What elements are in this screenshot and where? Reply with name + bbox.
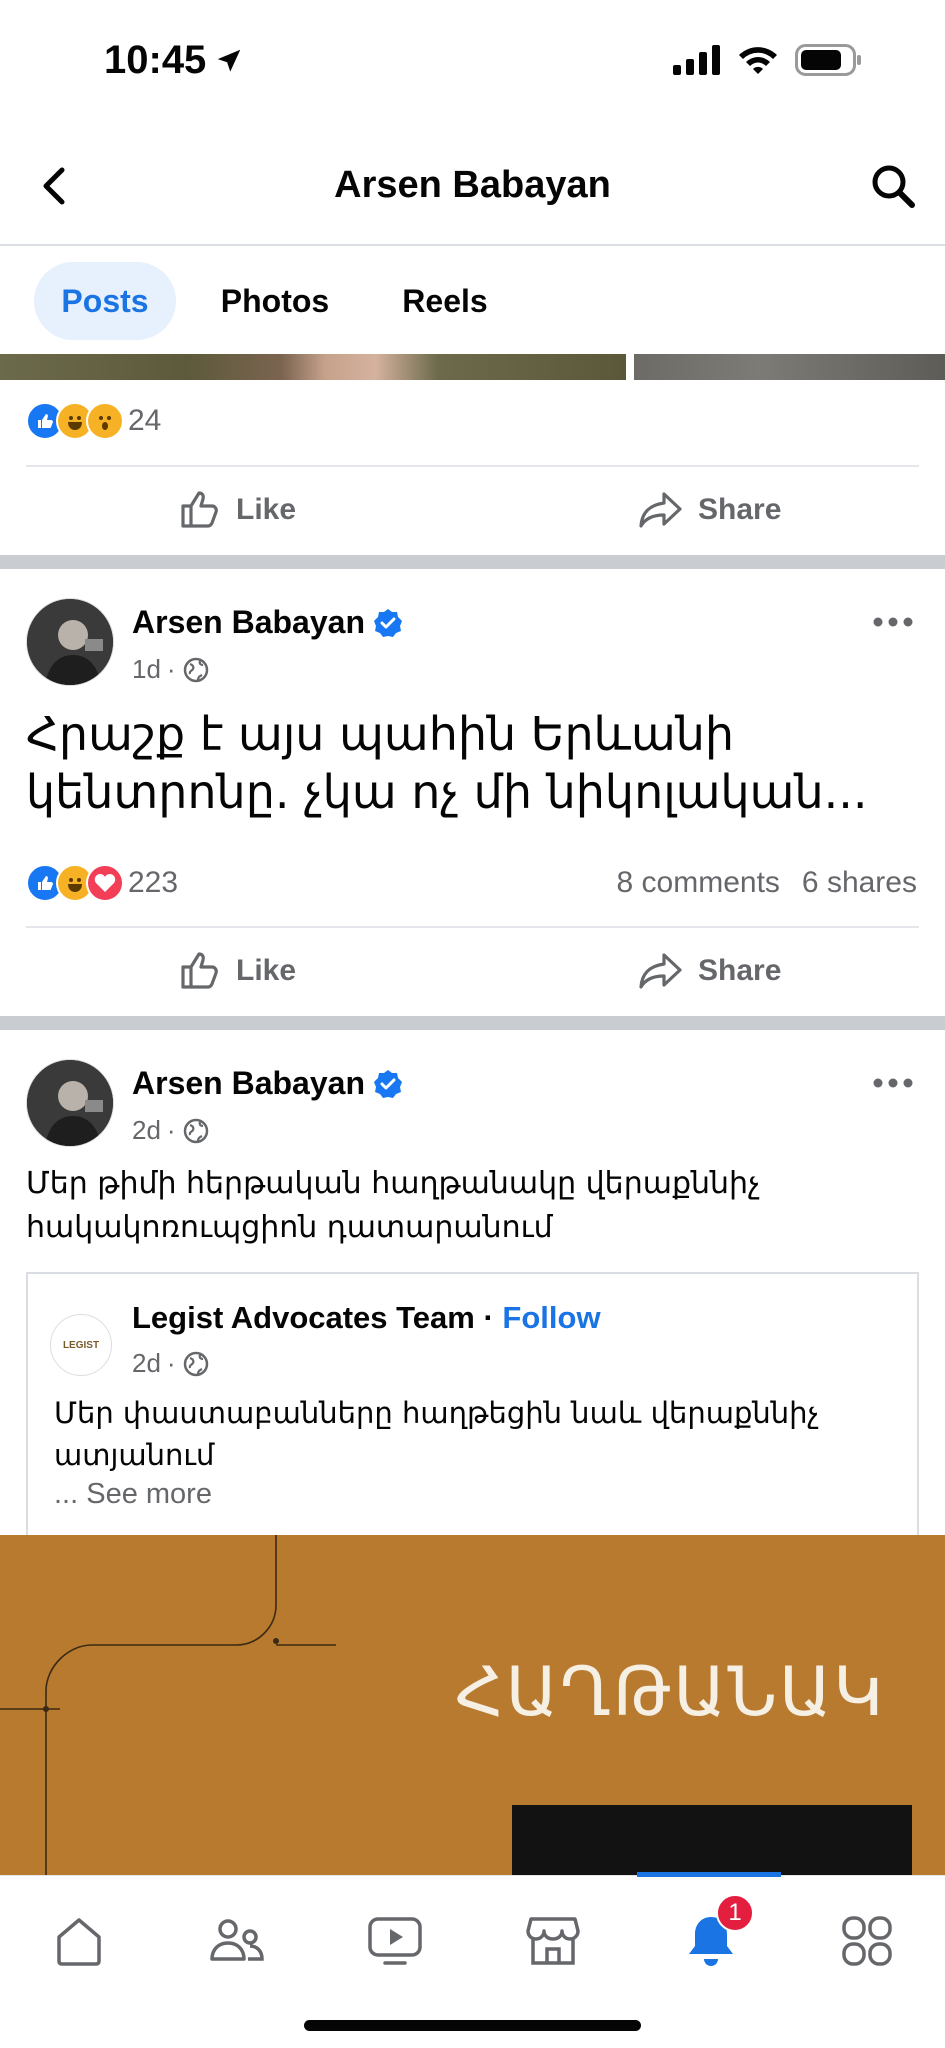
more-options-icon[interactable]	[871, 612, 915, 632]
wow-reaction-icon	[86, 402, 124, 440]
post-reactions[interactable]: 223	[26, 864, 178, 902]
love-reaction-icon	[86, 864, 124, 902]
globe-icon	[183, 657, 208, 682]
author-name[interactable]: Arsen Babayan	[132, 604, 365, 641]
notification-badge: 1	[716, 1894, 754, 1932]
bottom-navigation: 1	[0, 1872, 945, 2048]
shared-post-meta: 2d ·	[132, 1348, 210, 1379]
post-author[interactable]: Arsen Babayan	[132, 604, 403, 641]
post-text[interactable]: Հրաշք է այս պահին Երևանի կենտրոնը. չկա ո…	[26, 705, 919, 821]
see-more-link[interactable]: ... See more	[54, 1478, 212, 1511]
divider	[26, 465, 919, 467]
battery-icon	[795, 44, 861, 76]
shares-count[interactable]: 6 shares	[802, 866, 917, 900]
post-actions: Like Share	[0, 931, 945, 1011]
like-thumb-icon	[181, 491, 218, 528]
page-logo[interactable]: LEGIST	[50, 1314, 112, 1376]
author-name[interactable]: Arsen Babayan	[132, 1065, 365, 1102]
share-label: Share	[698, 954, 782, 987]
wifi-icon	[739, 47, 777, 74]
comments-count[interactable]: 8 comments	[617, 866, 780, 900]
globe-icon	[183, 1118, 208, 1143]
avatar[interactable]	[26, 598, 114, 686]
search-icon[interactable]	[869, 162, 917, 210]
globe-icon	[183, 1351, 208, 1376]
more-options-icon[interactable]	[871, 1073, 915, 1093]
nav-notifications[interactable]: 1	[676, 1894, 754, 1976]
reaction-count: 223	[128, 866, 179, 899]
shared-post-card[interactable]: LEGIST Legist Advocates Team · Follow 2d…	[26, 1272, 919, 1542]
friends-icon	[210, 1919, 264, 1961]
post-separator	[0, 555, 945, 569]
previous-post-image-2[interactable]	[634, 354, 945, 380]
reaction-count: 24	[128, 404, 162, 437]
verified-badge-icon	[373, 1069, 402, 1098]
location-arrow-icon	[218, 49, 241, 72]
follow-separator: ·	[483, 1300, 494, 1335]
banner-dark-block	[512, 1805, 912, 1875]
post-counts: 8 comments 6 shares	[617, 866, 917, 900]
like-label: Like	[236, 493, 297, 526]
post-separator	[0, 1016, 945, 1030]
shared-post-text[interactable]: Մեր փաստաբանները հաղթեցին նաև վերաքննիչ …	[54, 1392, 891, 1476]
share-button[interactable]: Share	[638, 931, 781, 1011]
like-button[interactable]: Like	[178, 931, 296, 1011]
verified-badge-icon	[373, 608, 402, 637]
nav-marketplace[interactable]	[518, 1906, 588, 1976]
meta-dot: ·	[166, 1348, 176, 1378]
tab-posts[interactable]: Posts	[34, 262, 176, 340]
previous-post-actions: Like Share	[0, 470, 945, 550]
tab-reels[interactable]: Reels	[378, 262, 512, 340]
previous-post-image-1[interactable]	[0, 354, 626, 380]
tab-photos[interactable]: Photos	[198, 262, 352, 340]
shared-post-header: Legist Advocates Team · Follow	[132, 1300, 601, 1336]
status-time: 10:45	[104, 38, 207, 82]
post-time[interactable]: 2d	[132, 1115, 161, 1146]
post-text[interactable]: Մեր թիմի հերթական հաղթանակը վերաքննիչ հա…	[26, 1162, 905, 1250]
menu-icon	[842, 1916, 892, 1966]
like-thumb-icon	[181, 952, 218, 989]
previous-post-reactions[interactable]: 24	[26, 402, 161, 440]
share-arrow-icon	[639, 953, 682, 989]
active-tab-indicator	[637, 1872, 781, 1877]
post-image[interactable]: ՀԱՂԹԱՆԱԿ	[0, 1535, 945, 1875]
like-label: Like	[236, 954, 297, 987]
video-icon	[368, 1917, 422, 1965]
status-bar: 10:45	[0, 0, 945, 130]
avatar[interactable]	[26, 1059, 114, 1147]
like-button[interactable]: Like	[178, 470, 296, 550]
share-arrow-icon	[639, 492, 682, 528]
post-time[interactable]: 1d	[132, 654, 161, 685]
profile-header: Arsen Babayan	[0, 130, 945, 246]
home-indicator[interactable]	[304, 2020, 641, 2031]
marketplace-icon	[526, 1917, 580, 1965]
page-title: Arsen Babayan	[334, 164, 611, 206]
nav-home[interactable]	[44, 1906, 114, 1976]
meta-dot: ·	[166, 1115, 176, 1145]
cellular-signal-icon	[673, 45, 720, 75]
share-button[interactable]: Share	[638, 470, 781, 550]
nav-menu[interactable]	[832, 1906, 902, 1976]
shared-page-name[interactable]: Legist Advocates Team	[132, 1300, 475, 1335]
post-meta: 2d ·	[132, 1115, 210, 1146]
banner-title: ՀԱՂԹԱՆԱԿ	[455, 1653, 885, 1732]
share-label: Share	[698, 493, 782, 526]
logo-text: LEGIST	[62, 1339, 100, 1351]
shared-post-time[interactable]: 2d	[132, 1348, 161, 1379]
post-author[interactable]: Arsen Babayan	[132, 1065, 403, 1102]
nav-video[interactable]	[360, 1906, 430, 1976]
status-time-group: 10:45	[104, 38, 244, 83]
meta-dot: ·	[166, 654, 176, 684]
follow-button[interactable]: Follow	[502, 1300, 600, 1335]
home-icon	[57, 1918, 101, 1966]
previous-post-images[interactable]	[0, 354, 945, 380]
post-meta: 1d ·	[132, 654, 210, 685]
divider	[26, 926, 919, 928]
nav-friends[interactable]	[202, 1906, 272, 1976]
profile-tabs: Posts Photos Reels	[0, 248, 945, 354]
